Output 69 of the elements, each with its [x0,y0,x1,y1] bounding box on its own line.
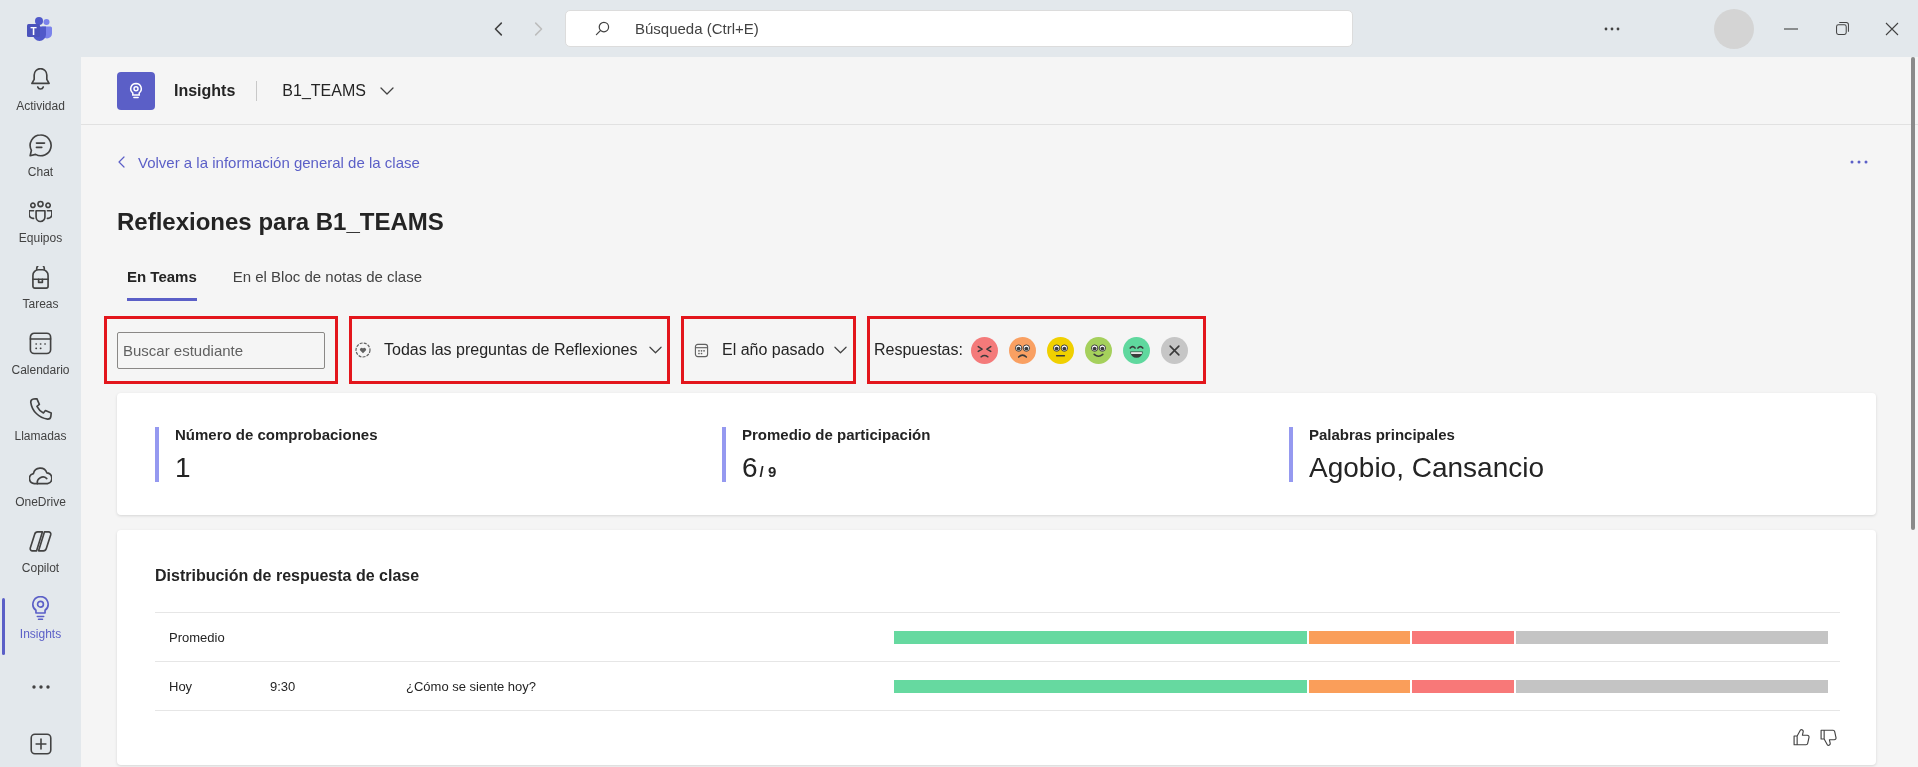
sad-face-icon[interactable] [1008,336,1036,364]
accent-bar [1289,427,1293,482]
x-circle-icon[interactable] [1160,336,1188,364]
people-icon [29,200,52,224]
chevron-left-icon [118,156,125,168]
sidebar-item[interactable]: Copilot [0,522,81,588]
back-icon[interactable] [494,21,503,36]
student-search-field[interactable]: Buscar estudiante [117,331,325,369]
angry-face-icon[interactable] [970,336,998,364]
neutral-face-icon[interactable] [1046,336,1074,364]
stat-value: 6 [742,452,758,483]
search-icon [595,21,610,36]
more-options-icon[interactable] [1604,26,1620,31]
stat-value: Agobio, Cansancio [1309,452,1545,483]
minimize-icon[interactable] [1784,27,1798,30]
accent-bar [155,427,159,482]
table-cell-text: Hoy [169,678,194,694]
thumbs-down-icon[interactable] [1820,729,1837,746]
slanted-shapes-icon [29,530,52,554]
app-title: Insights [174,81,236,100]
more-options-icon[interactable] [1850,160,1868,164]
sidebar-item[interactable]: Calendario [0,324,81,390]
sidebar-item[interactable]: Insights [0,588,81,654]
accent-bar [722,427,726,482]
back-link[interactable]: Volver a la información general de la clase [118,153,420,171]
smiling-face-icon[interactable] [1084,336,1112,364]
stat-value: 1 [175,452,191,483]
stat-label: Promedio de participación [742,425,931,445]
table-cell-text: 9:30 [270,678,297,694]
calendar-icon [29,332,52,356]
scrollbar-thumb[interactable] [1911,57,1915,530]
team-dropdown[interactable]: B1_TEAMS [282,81,394,100]
chevron-down-icon [379,86,394,95]
sidebar-item[interactable]: OneDrive [0,456,81,522]
page-title: Reflexiones para B1_TEAMS [117,207,445,237]
tab[interactable]: En el Bloc de notas de clase [232,258,423,301]
app-logo: T [27,16,53,41]
sidebar-item[interactable]: Actividad [0,60,81,126]
stat-label: Número de comprobaciones [175,425,378,445]
sidebar-item[interactable]: Llamadas [0,390,81,456]
sidebar-item[interactable]: Chat [0,126,81,192]
restore-icon[interactable] [1836,22,1849,35]
close-icon[interactable] [1885,21,1899,36]
question-dropdown[interactable]: Todas las preguntas de Reflexiones [355,330,662,370]
stat-total: / 9 [759,463,777,480]
card-title: Distribución de respuesta de clase [155,566,421,586]
grinning-face-icon[interactable] [1122,336,1150,364]
lightbulb-icon [117,71,155,110]
calendar-icon [694,342,709,358]
phone-icon [29,398,52,422]
sidebar-item[interactable]: Tareas [0,258,81,324]
tab[interactable]: En Teams [127,258,197,301]
chevron-down-icon [649,346,662,354]
chevron-down-icon [834,346,847,354]
responses-label: Respuestas: [874,341,963,359]
period-dropdown[interactable]: El año pasado [694,330,847,370]
add-icon[interactable] [29,733,52,755]
stat-label: Palabras principales [1309,425,1456,445]
backpack-icon [29,266,52,290]
sidebar-item[interactable]: Equipos [0,192,81,258]
lightbulb-icon [29,596,52,620]
search-field[interactable]: Búsqueda (Ctrl+E) [565,10,1353,47]
thumbs-up-icon[interactable] [1793,729,1810,746]
bell-icon [29,68,52,92]
chat-icon [29,134,52,158]
more-options-icon[interactable] [31,685,50,689]
table-cell-text: Promedio [169,629,226,645]
table-cell-text: ¿Cómo se siente hoy? [406,678,538,694]
heart-circle-icon [355,342,371,358]
